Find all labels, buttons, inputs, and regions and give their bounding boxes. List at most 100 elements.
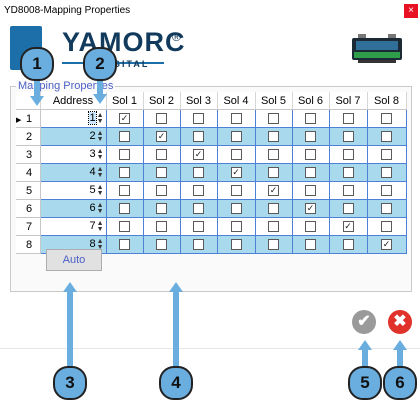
- row-header[interactable]: 2: [16, 127, 41, 146]
- address-stepper[interactable]: 5▲ ▼: [40, 181, 107, 200]
- sol-checkbox[interactable]: [342, 131, 354, 143]
- address-stepper[interactable]: 7▲ ▼: [40, 217, 107, 236]
- sol-checkbox[interactable]: [230, 149, 242, 161]
- sol-checkbox[interactable]: [156, 167, 167, 179]
- spinner-arrows-icon[interactable]: ▲ ▼: [97, 130, 104, 143]
- row-header[interactable]: 4: [16, 163, 41, 182]
- sol-checkbox[interactable]: [156, 203, 167, 215]
- sol-checkbox[interactable]: [305, 149, 316, 161]
- sol-checkbox[interactable]: [230, 131, 242, 143]
- sol-checkbox[interactable]: [193, 221, 204, 233]
- sol-checkbox[interactable]: [342, 149, 354, 161]
- sol-checkbox[interactable]: ✓: [268, 185, 279, 197]
- column-header-sol8[interactable]: Sol 8: [367, 92, 407, 110]
- table-row[interactable]: ▶ 1 1▲ ▼ ✓: [16, 109, 407, 128]
- sol-checkbox[interactable]: [156, 239, 167, 251]
- sol-checkbox[interactable]: [305, 131, 316, 143]
- sol-checkbox[interactable]: [119, 239, 130, 251]
- sol-checkbox[interactable]: [193, 239, 204, 251]
- address-value[interactable]: 1: [88, 111, 97, 126]
- table-row[interactable]: 3 3▲ ▼ ✓: [16, 145, 407, 164]
- row-header[interactable]: 7: [16, 217, 41, 236]
- sol-checkbox[interactable]: [342, 239, 354, 251]
- sol-checkbox[interactable]: [342, 167, 354, 179]
- sol-checkbox[interactable]: ✓: [193, 149, 204, 161]
- address-stepper[interactable]: 3▲ ▼: [40, 145, 107, 164]
- sol-checkbox[interactable]: [381, 167, 392, 179]
- sol-checkbox[interactable]: [381, 113, 392, 125]
- sol-checkbox[interactable]: [268, 239, 279, 251]
- sol-checkbox[interactable]: [230, 185, 242, 197]
- sol-checkbox[interactable]: [119, 203, 130, 215]
- sol-checkbox[interactable]: [193, 113, 204, 125]
- spinner-arrows-icon[interactable]: ▲ ▼: [97, 148, 104, 161]
- row-header[interactable]: ▶ 1: [16, 109, 41, 128]
- column-header-sol6[interactable]: Sol 6: [292, 92, 330, 110]
- auto-button[interactable]: Auto: [46, 249, 102, 271]
- column-header-sol3[interactable]: Sol 3: [180, 92, 218, 110]
- address-stepper[interactable]: 4▲ ▼: [40, 163, 107, 182]
- sol-checkbox[interactable]: [305, 167, 316, 179]
- sol-checkbox[interactable]: [119, 221, 130, 233]
- table-row[interactable]: 5 5▲ ▼ ✓: [16, 181, 407, 200]
- sol-checkbox[interactable]: [193, 131, 204, 143]
- column-header-sol7[interactable]: Sol 7: [329, 92, 368, 110]
- sol-checkbox[interactable]: [230, 221, 242, 233]
- sol-checkbox[interactable]: [268, 131, 279, 143]
- sol-checkbox[interactable]: [268, 221, 279, 233]
- sol-checkbox[interactable]: [156, 113, 167, 125]
- sol-checkbox[interactable]: ✓: [230, 167, 242, 179]
- spinner-arrows-icon[interactable]: ▲ ▼: [97, 220, 104, 233]
- table-row[interactable]: 4 4▲ ▼ ✓: [16, 163, 407, 182]
- sol-checkbox[interactable]: [119, 149, 130, 161]
- ok-button[interactable]: ✔: [352, 310, 376, 334]
- sol-checkbox[interactable]: [230, 203, 242, 215]
- sol-checkbox[interactable]: [193, 167, 204, 179]
- sol-checkbox[interactable]: [193, 203, 204, 215]
- sol-checkbox[interactable]: [381, 131, 392, 143]
- column-header-sol4[interactable]: Sol 4: [217, 92, 256, 110]
- sol-checkbox[interactable]: [230, 239, 242, 251]
- sol-checkbox[interactable]: ✓: [119, 113, 130, 125]
- column-header-sol5[interactable]: Sol 5: [255, 92, 293, 110]
- table-row[interactable]: 2 2▲ ▼ ✓: [16, 127, 407, 146]
- sol-checkbox[interactable]: [342, 185, 354, 197]
- sol-checkbox[interactable]: [119, 131, 130, 143]
- sol-checkbox[interactable]: [381, 203, 392, 215]
- spinner-arrows-icon[interactable]: ▲ ▼: [97, 184, 104, 197]
- row-header[interactable]: 6: [16, 199, 41, 218]
- sol-checkbox[interactable]: [305, 113, 316, 125]
- sol-checkbox[interactable]: [305, 185, 316, 197]
- sol-checkbox[interactable]: [342, 113, 354, 125]
- sol-checkbox[interactable]: [193, 185, 204, 197]
- sol-checkbox[interactable]: [156, 185, 167, 197]
- sol-checkbox[interactable]: [119, 185, 130, 197]
- row-header[interactable]: 3: [16, 145, 41, 164]
- address-value[interactable]: 5: [89, 184, 95, 196]
- sol-checkbox[interactable]: [381, 149, 392, 161]
- sol-checkbox[interactable]: [381, 185, 392, 197]
- sol-checkbox[interactable]: [268, 167, 279, 179]
- sol-checkbox[interactable]: ✓: [305, 203, 316, 215]
- sol-checkbox[interactable]: [156, 149, 167, 161]
- cancel-button[interactable]: ✖: [388, 310, 412, 334]
- spinner-arrows-icon[interactable]: ▲ ▼: [97, 202, 104, 215]
- close-icon[interactable]: ×: [404, 4, 418, 18]
- sol-checkbox[interactable]: [381, 221, 392, 233]
- sol-checkbox[interactable]: [119, 167, 130, 179]
- spinner-arrows-icon[interactable]: ▲ ▼: [97, 166, 104, 179]
- sol-checkbox[interactable]: ✓: [342, 221, 354, 233]
- sol-checkbox[interactable]: [268, 113, 279, 125]
- address-value[interactable]: 6: [89, 202, 95, 214]
- sol-checkbox[interactable]: [230, 113, 242, 125]
- sol-checkbox[interactable]: ✓: [156, 131, 167, 143]
- row-header[interactable]: 5: [16, 181, 41, 200]
- sol-checkbox[interactable]: [305, 239, 316, 251]
- address-value[interactable]: 7: [89, 220, 95, 232]
- row-header[interactable]: 8: [16, 235, 41, 254]
- column-header-sol2[interactable]: Sol 2: [143, 92, 181, 110]
- table-row[interactable]: 6 6▲ ▼ ✓: [16, 199, 407, 218]
- spinner-arrows-icon[interactable]: ▲ ▼: [97, 112, 104, 125]
- address-value[interactable]: 4: [89, 166, 95, 178]
- sol-checkbox[interactable]: [305, 221, 316, 233]
